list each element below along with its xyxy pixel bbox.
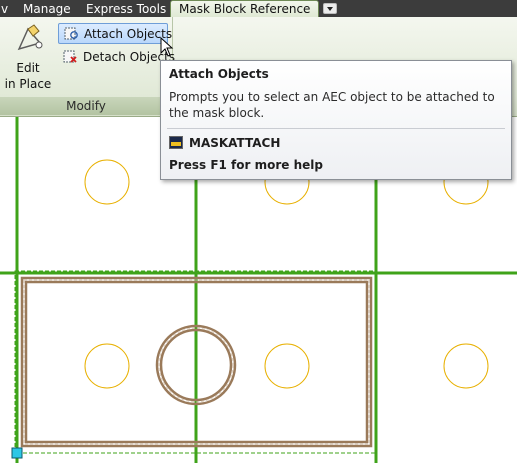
tooltip-help: Press F1 for more help xyxy=(169,158,323,172)
tooltip: Attach Objects Prompts you to select an … xyxy=(160,60,512,180)
edit-in-place-label-2: in Place xyxy=(4,77,52,91)
column-circle xyxy=(84,343,130,389)
attach-objects-button[interactable]: Attach Objects xyxy=(58,23,172,44)
tooltip-command: MASKATTACH xyxy=(189,136,281,150)
tab-express-tools[interactable]: Express Tools xyxy=(86,2,166,17)
detach-objects-icon xyxy=(63,50,77,63)
mouse-cursor-icon xyxy=(160,37,174,57)
edit-in-place-icon xyxy=(17,24,43,51)
modify-panel: Edit in Place Attach Objects Detach Obje… xyxy=(0,17,175,115)
attach-objects-label: Attach Objects xyxy=(84,27,173,41)
ribbon-tab-bar: v Manage Express Tools Mask Block Refere… xyxy=(0,0,517,18)
tooltip-separator xyxy=(167,128,505,129)
grip-handle[interactable] xyxy=(11,447,23,459)
attach-objects-icon xyxy=(64,27,78,40)
tab-partial[interactable]: v xyxy=(1,2,8,17)
tooltip-title: Attach Objects xyxy=(169,67,269,81)
ribbon-minimize-dropdown[interactable] xyxy=(323,3,337,14)
column-circle xyxy=(84,159,130,205)
modify-panel-title: Modify xyxy=(0,97,172,115)
edit-in-place-label-1: Edit xyxy=(16,61,40,75)
column-circle xyxy=(443,343,489,389)
tab-manage[interactable]: Manage xyxy=(23,2,71,17)
command-icon xyxy=(169,136,183,149)
column-circle xyxy=(264,343,310,389)
edit-in-place-button[interactable]: Edit in Place xyxy=(4,21,52,95)
tab-mask-block-reference[interactable]: Mask Block Reference xyxy=(170,0,320,17)
tooltip-description: Prompts you to select an AEC object to b… xyxy=(169,90,495,120)
detach-objects-button[interactable]: Detach Objects xyxy=(58,47,175,68)
